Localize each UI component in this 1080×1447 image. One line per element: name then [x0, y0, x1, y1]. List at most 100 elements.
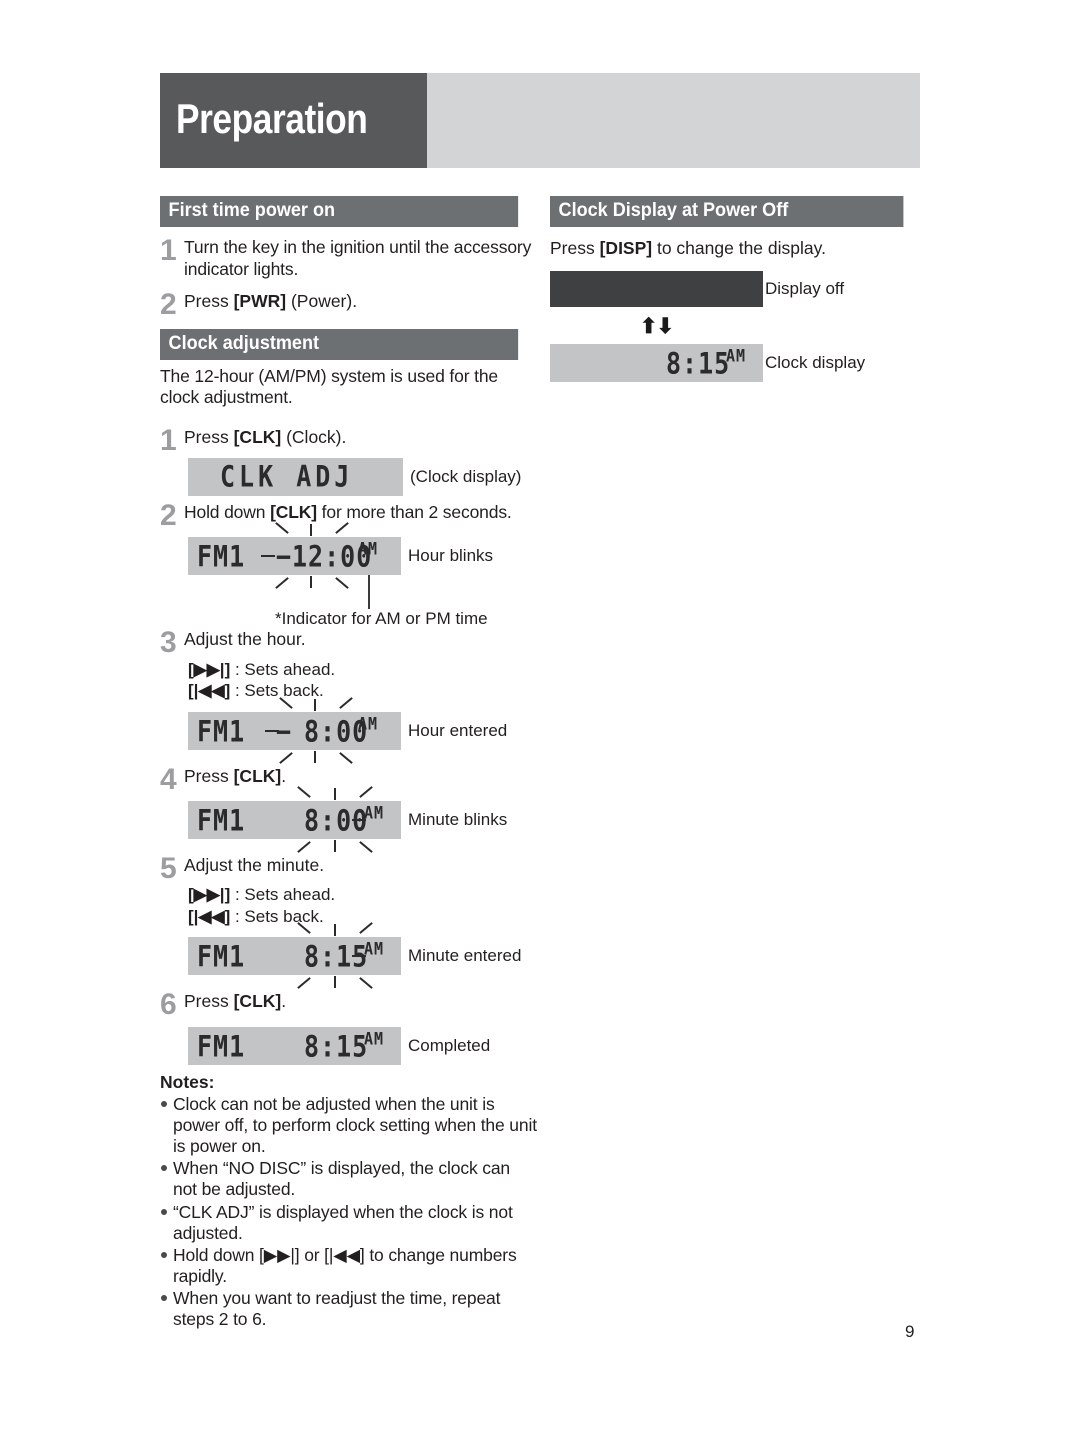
lcd-panel: CLK ADJ [188, 458, 403, 497]
lcd-display-clock: 8:15 AM Clock display [550, 344, 922, 383]
lcd-display-minute-blinks: FM1 8:00 AM Minute blinks [188, 786, 537, 853]
lcd-display-completed: FM1 8:15 AM Completed [188, 1026, 537, 1065]
key-glyph-forward: [▶▶|] [188, 885, 231, 905]
button-label-clk: [CLK] [233, 765, 282, 786]
note-item: Clock can not be adjusted when the unit … [160, 1094, 537, 1158]
lcd-caption: (Clock display) [410, 467, 522, 487]
button-label-clk: [CLK] [270, 502, 317, 523]
right-column: Clock Display at Power Off Press [DISP] … [550, 196, 922, 383]
step-text: Press [CLK] (Clock). [182, 427, 537, 449]
step-text: Press [PWR] (Power). [182, 291, 537, 313]
step-number: 4 [160, 762, 177, 796]
lcd-display-clk-adj: CLK ADJ (Clock display) [188, 458, 537, 497]
lcd-band: FM1 [197, 939, 246, 974]
button-label-pwr: [PWR] [233, 291, 287, 312]
lcd-display-hour-entered: FM1 − 8:00 AM Hour entered [188, 696, 537, 764]
lcd-dash: − [276, 714, 293, 749]
lcd-meridiem: AM [358, 713, 379, 734]
lcd-meridiem: AM [364, 938, 385, 960]
key-glyph-back: [|◀◀] [188, 906, 231, 926]
lcd-caption: Minute entered [408, 946, 522, 966]
key-desc: : Sets back. [230, 906, 324, 926]
lcd-display-off: Display off [550, 271, 922, 308]
note-item: When you want to readjust the time, repe… [160, 1288, 537, 1330]
step-item: 4 Press [CLK]. [160, 762, 537, 796]
step-number: 5 [160, 852, 177, 886]
lcd-time: 8:15 [304, 1029, 369, 1064]
lcd-panel: 8:15 AM [550, 344, 763, 383]
step-item: 2 Press [PWR] (Power). [160, 288, 537, 322]
step-item: 1 Press [CLK] (Clock). [160, 423, 537, 457]
lcd-caption: Hour entered [408, 720, 508, 740]
lcd-panel: FM1 8:15 AM [188, 922, 401, 990]
lcd-text-clk-adj: CLK ADJ [220, 459, 354, 494]
key-glyph-back: [|◀◀] [188, 681, 231, 701]
lcd-caption: Completed [408, 1035, 491, 1055]
step-text: Press [CLK]. [182, 766, 537, 788]
lcd-panel: FM1 − 8:00 AM [188, 696, 401, 764]
step-item: 6 Press [CLK]. [160, 988, 537, 1022]
button-label-clk: [CLK] [233, 426, 282, 447]
key-desc: : Sets ahead. [230, 885, 336, 905]
step-text-pre: Hold down [184, 502, 271, 523]
disp-instruction-pre: Press [550, 237, 600, 258]
step-text-post: (Power). [286, 291, 358, 312]
lcd-caption: Clock display [765, 353, 866, 373]
step-text-pre: Press [184, 291, 234, 312]
am-pm-footnote: *Indicator for AM or PM time [275, 609, 488, 629]
note-item: When “NO DISC” is displayed, the clock c… [160, 1158, 537, 1200]
step-text: Press [CLK]. [182, 991, 537, 1013]
lcd-band: FM1 [197, 714, 246, 749]
lcd-time: 8:00 [304, 803, 369, 838]
key-glyph-forward: [▶▶|] [188, 659, 231, 679]
page-title: Preparation [176, 95, 368, 142]
step-number: 1 [160, 423, 177, 457]
step-number: 2 [160, 499, 177, 533]
lcd-panel: FM1 − 12:00 AM [188, 522, 401, 590]
step-number: 6 [160, 988, 177, 1022]
lcd-panel: FM1 8:00 AM [188, 786, 401, 853]
step-text: Hold down [CLK] for more than 2 seconds. [182, 502, 537, 524]
step-text-pre: Press [184, 765, 234, 786]
key-hint-row: [▶▶|] : Sets ahead. [188, 659, 537, 680]
disp-instruction-post: to change the display. [652, 237, 826, 258]
section-heading-clock-adjustment: Clock adjustment [160, 328, 519, 360]
note-item: “CLK ADJ” is displayed when the clock is… [160, 1202, 537, 1244]
am-pm-footnote-group: *Indicator for AM or PM time [160, 575, 537, 628]
lcd-meridiem: AM [364, 1028, 385, 1049]
section-heading-clock-display-at-power-off: Clock Display at Power Off [550, 196, 904, 227]
disp-instruction: Press [DISP] to change the display. [550, 238, 922, 260]
toggle-arrows-icon: ⬆⬇ [639, 315, 674, 339]
step-number: 3 [160, 626, 177, 660]
lcd-dash: − [276, 539, 293, 575]
lcd-caption: Minute blinks [408, 810, 508, 830]
section-heading-first-time-power-on: First time power on [160, 196, 519, 227]
step-item: 2 Hold down [CLK] for more than 2 second… [160, 499, 537, 533]
key-desc: : Sets back. [230, 681, 324, 701]
lcd-caption: Hour blinks [408, 546, 494, 566]
lcd-caption: Display off [765, 279, 845, 299]
key-hint-row: [|◀◀] : Sets back. [188, 906, 537, 927]
clock-adjustment-intro: The 12-hour (AM/PM) system is used for t… [160, 365, 498, 408]
step-text: Turn the key in the ignition until the a… [184, 236, 532, 279]
page-header: Preparation [160, 73, 920, 168]
left-column: First time power on 1 Turn the key in th… [160, 196, 537, 1331]
lcd-panel: FM1 8:15 AM [188, 1026, 401, 1065]
button-label-disp: [DISP] [599, 237, 653, 258]
key-hint-row: [▶▶|] : Sets ahead. [188, 884, 537, 905]
lcd-time: 8:15 [666, 346, 731, 382]
step-number: 2 [160, 288, 177, 322]
lcd-band: FM1 [197, 539, 246, 575]
page-number: 9 [905, 1322, 915, 1341]
lcd-meridiem: AM [358, 539, 379, 560]
lcd-meridiem: AM [726, 346, 747, 367]
lcd-band: FM1 [197, 803, 246, 838]
notes-heading: Notes: [160, 1071, 215, 1092]
key-desc: : Sets ahead. [230, 659, 336, 679]
step-item: 1 Turn the key in the ignition until the… [160, 233, 537, 280]
step-text-pre: Press [184, 991, 234, 1012]
manual-page: Preparation First time power on 1 Turn t… [0, 0, 1080, 1447]
button-label-clk: [CLK] [233, 991, 282, 1012]
leader-line [368, 575, 370, 610]
step-number: 1 [160, 233, 177, 267]
